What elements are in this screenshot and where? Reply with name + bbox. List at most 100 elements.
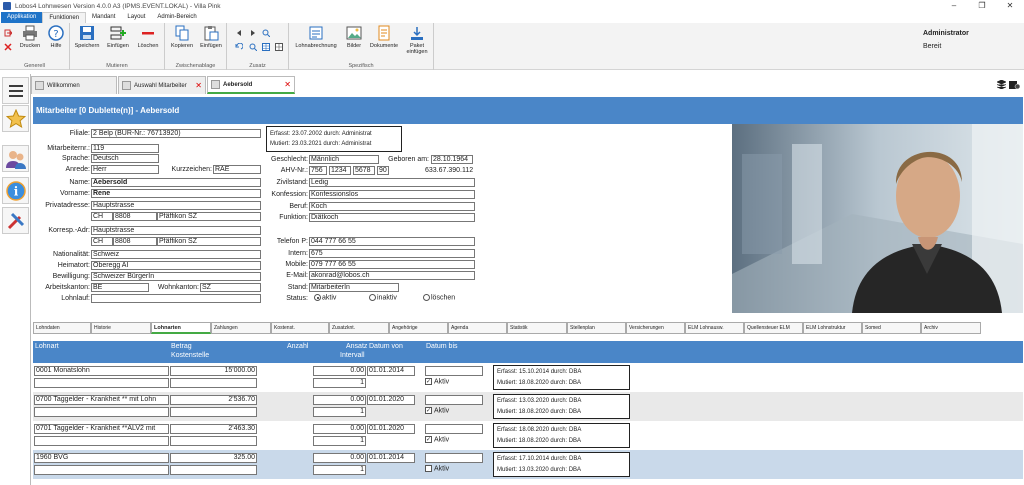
ansatz-cell[interactable]: 0.00 [313, 395, 366, 405]
col-lohnart[interactable]: Lohnart [35, 343, 59, 350]
betrag-cell[interactable]: 325.00 [170, 453, 257, 463]
ahv-part3-field[interactable]: 5678 [353, 166, 375, 175]
betrag-cell[interactable]: 15'000.00 [170, 366, 257, 376]
col-betrag[interactable]: Betrag [171, 343, 192, 350]
delete-button[interactable]: Löschen [134, 25, 162, 49]
tab-admin-bereich[interactable]: Admin-Bereich [151, 12, 202, 23]
tools-button[interactable] [2, 207, 29, 234]
ansatz-cell[interactable]: 0.00 [313, 424, 366, 434]
lohnlauf-field[interactable] [91, 294, 261, 303]
privat-ort-field[interactable]: Pfäffikon SZ [157, 212, 261, 221]
name-field[interactable]: Aebersold [91, 178, 261, 187]
kostenstelle-cell[interactable] [170, 407, 257, 417]
datum-von-cell[interactable]: 01.01.2014 [367, 453, 415, 463]
subtab-kostenst[interactable]: Kostenst. [271, 322, 329, 334]
mobile-field[interactable]: 079 777 66 55 [309, 260, 475, 269]
zivilstand-field[interactable]: Ledig [309, 178, 475, 187]
intervall-cell[interactable]: 1 [313, 378, 366, 388]
datum-bis-cell[interactable] [425, 424, 483, 434]
maximize-button[interactable]: ❐ [968, 0, 996, 12]
ansatz-cell[interactable]: 0.00 [313, 366, 366, 376]
korresp-ort-field[interactable]: Pfäffikon SZ [157, 237, 261, 246]
ahv-part1-field[interactable]: 756 [309, 166, 327, 175]
documents-button[interactable]: Dokumente [367, 25, 401, 49]
payroll-button[interactable]: Lohnabrechnung [293, 25, 339, 49]
subtab-archiv[interactable]: Archiv [921, 322, 981, 334]
table-row[interactable]: 1960 BVG 325.00 0.00 01.01.2014 1 Aktiv … [33, 450, 1023, 479]
images-button[interactable]: Bilder [340, 25, 368, 49]
korresp-strasse-field[interactable]: Hauptstrasse [91, 226, 261, 235]
subtab-elm-lohnausw[interactable]: ELM Lohnausw. [685, 322, 744, 334]
table-row[interactable]: 0701 Taggelder - Krankheit **ALV2 mit 2'… [33, 421, 1023, 450]
lohnart-sub-cell[interactable] [34, 407, 169, 417]
vorname-field[interactable]: Rene [91, 189, 261, 198]
korresp-plz-field[interactable]: 8808 [113, 237, 157, 246]
betrag-cell[interactable]: 2'536.70 [170, 395, 257, 405]
zoom-icon[interactable] [249, 43, 257, 51]
aktiv-checkbox[interactable]: ✓ Aktiv [423, 436, 449, 443]
aktiv-checkbox[interactable]: ✓ Aktiv [423, 407, 449, 414]
col-ansatz[interactable]: Ansatz [346, 343, 367, 350]
lohnart-sub-cell[interactable] [34, 465, 169, 475]
hamburger-menu-button[interactable] [2, 77, 29, 104]
subtab-elm-lohnstruktur[interactable]: ELM Lohnstruktur [803, 322, 862, 334]
intern-field[interactable]: 675 [309, 249, 475, 258]
favorites-button[interactable] [2, 105, 29, 132]
geboren-field[interactable]: 28.10.1964 [431, 155, 473, 164]
bewilligung-field[interactable]: Schweizer BürgerIn [91, 272, 261, 281]
filiale-field[interactable]: 2 Belp (BUR-Nr.: 76713920) [91, 129, 261, 138]
privat-strasse-field[interactable]: Hauptstrasse [91, 201, 261, 210]
table-row[interactable]: 0700 Taggelder - Krankheit ** mit Lohn 2… [33, 392, 1023, 421]
search-icon[interactable] [262, 29, 270, 37]
copy-button[interactable]: Kopieren [168, 25, 196, 49]
subtab-zahlungen[interactable]: Zahlungen [211, 322, 271, 334]
funktion-field[interactable]: Diätkoch [309, 213, 475, 222]
privat-land-field[interactable]: CH [91, 212, 113, 221]
subtab-quellensteuer-elm[interactable]: Quellensteuer ELM [744, 322, 803, 334]
table-icon[interactable] [262, 43, 270, 51]
print-button[interactable]: Drucken [16, 25, 44, 49]
subtab-stellenplan[interactable]: Stellenplan [567, 322, 626, 334]
employees-button[interactable] [2, 145, 29, 172]
col-intervall[interactable]: Intervall [340, 352, 365, 359]
status-radio-loeschen[interactable]: löschen [423, 294, 455, 301]
help-button[interactable]: ? Hilfe [42, 25, 70, 49]
konfession-field[interactable]: Konfessionslos [309, 190, 475, 199]
subtab-historie[interactable]: Historie [91, 322, 151, 334]
subtab-agenda[interactable]: Agenda [448, 322, 507, 334]
intervall-cell[interactable]: 1 [313, 465, 366, 475]
intervall-cell[interactable]: 1 [313, 407, 366, 417]
col-datum-bis[interactable]: Datum bis [426, 343, 458, 350]
settings-window-icon[interactable] [1009, 80, 1021, 90]
datum-bis-cell[interactable] [425, 453, 483, 463]
insert-button[interactable]: Einfügen [104, 25, 132, 49]
subtab-lohndaten[interactable]: Lohndaten [33, 322, 91, 334]
beruf-field[interactable]: Koch [309, 202, 475, 211]
nav-next-icon[interactable] [249, 29, 257, 37]
intervall-cell[interactable]: 1 [313, 436, 366, 446]
sprache-field[interactable]: Deutsch [91, 154, 159, 163]
status-radio-aktiv[interactable]: aktiv [314, 294, 336, 301]
lohnart-cell[interactable]: 0700 Taggelder - Krankheit ** mit Lohn [34, 395, 169, 405]
lohnart-cell[interactable]: 1960 BVG [34, 453, 169, 463]
lohnart-cell[interactable]: 0001 Monatslohn [34, 366, 169, 376]
tab-mandant[interactable]: Mandant [86, 12, 121, 23]
tab-willkommen[interactable]: Willkommen [31, 76, 117, 94]
close-tab-icon[interactable]: ✕ [280, 80, 291, 89]
aktiv-checkbox[interactable]: ✓ Aktiv [423, 378, 449, 385]
kostenstelle-cell[interactable] [170, 378, 257, 388]
table-row[interactable]: 0001 Monatslohn 15'000.00 0.00 01.01.201… [33, 363, 1023, 392]
col-datum-von[interactable]: Datum von [369, 343, 403, 350]
tab-layout[interactable]: Layout [121, 12, 151, 23]
privat-plz-field[interactable]: 8808 [113, 212, 157, 221]
grid-icon[interactable] [275, 43, 283, 51]
datum-bis-cell[interactable] [425, 366, 483, 376]
close-window-button[interactable]: ✕ [996, 0, 1024, 12]
lohnart-sub-cell[interactable] [34, 436, 169, 446]
layers-icon[interactable] [996, 79, 1008, 90]
info-button[interactable]: i [2, 177, 29, 204]
email-field[interactable]: akonrad@lobos.ch [309, 271, 475, 280]
tab-auswahl-mitarbeiter[interactable]: Auswahl Mitarbeiter ✕ [118, 76, 206, 94]
geschlecht-field[interactable]: Männlich [309, 155, 379, 164]
ansatz-cell[interactable]: 0.00 [313, 453, 366, 463]
